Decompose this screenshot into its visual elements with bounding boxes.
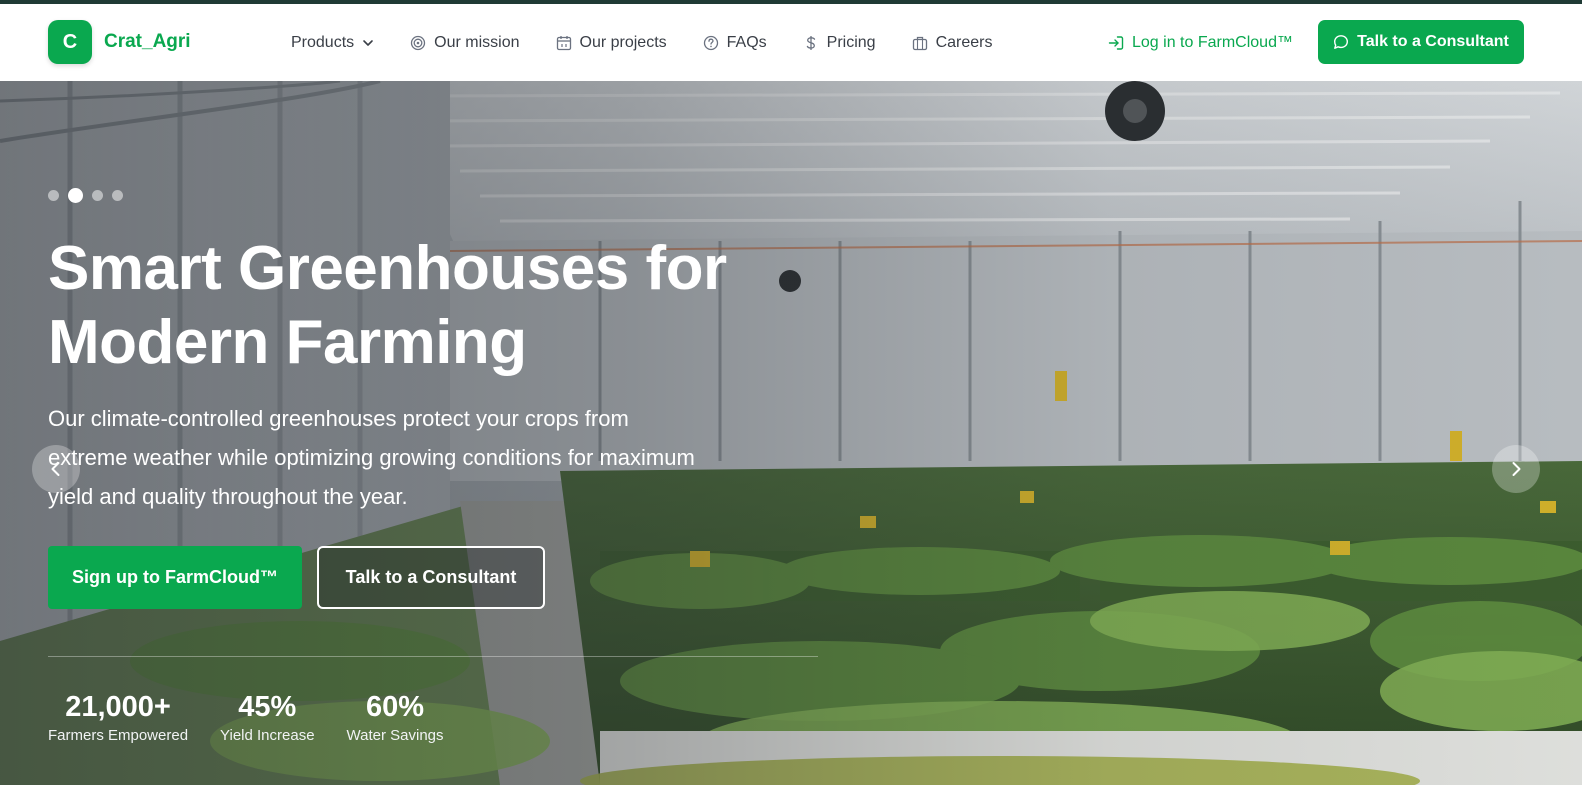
carousel-indicators <box>48 188 132 203</box>
navbar: C Crat_Agri Products Our mission Our pro… <box>0 4 1582 81</box>
hero-description: Our climate-controlled greenhouses prote… <box>48 406 695 509</box>
nav-item-label: Our projects <box>579 33 667 51</box>
hero-stats: 21,000+ Farmers Empowered 45% Yield Incr… <box>48 690 476 744</box>
brand-name: Crat_Agri <box>104 31 191 52</box>
stat-farmers: 21,000+ Farmers Empowered <box>48 690 188 744</box>
stat-value: 21,000+ <box>65 691 171 723</box>
chevron-down-icon <box>362 37 374 49</box>
nav-item-careers[interactable]: Careers <box>912 33 993 52</box>
talk-to-consultant-button[interactable]: Talk to a Consultant <box>1318 20 1524 64</box>
target-icon <box>410 35 426 51</box>
carousel-prev-button[interactable] <box>32 445 80 493</box>
stat-value: 60% <box>366 691 425 723</box>
chevron-right-icon <box>1512 462 1521 476</box>
stat-label: Water Savings <box>346 727 444 744</box>
nav-item-our-mission[interactable]: Our mission <box>410 33 520 52</box>
chat-bubble-icon <box>1333 34 1349 50</box>
briefcase-icon <box>912 35 928 51</box>
hero-title-line-1: Smart Greenhouses for <box>48 234 727 303</box>
nav-item-label: Products <box>291 33 355 51</box>
logo-badge: C <box>48 20 92 64</box>
nav-item-label: Pricing <box>826 33 876 51</box>
nav-item-our-projects[interactable]: Our projects <box>556 34 667 52</box>
stat-label: Farmers Empowered <box>48 727 189 744</box>
carousel-next-button[interactable] <box>1492 445 1540 493</box>
carousel-dot-1[interactable] <box>48 190 59 201</box>
carousel-dot-2[interactable] <box>68 188 83 203</box>
hero-title-line-2: Modern Farming <box>48 308 527 377</box>
signup-farmcloud-button[interactable]: Sign up to FarmCloud™ <box>48 546 302 609</box>
login-label: Log in to FarmCloud™ <box>1132 33 1293 51</box>
nav-item-label: Our mission <box>434 33 520 51</box>
hero-divider <box>48 656 818 657</box>
stat-label: Yield Increase <box>220 727 315 744</box>
hero-carousel: Smart Greenhouses for Modern Farming Our… <box>0 81 1582 785</box>
stat-value: 45% <box>238 691 297 723</box>
hero-talk-to-consultant-button[interactable]: Talk to a Consultant <box>317 546 545 609</box>
stat-yield: 45% Yield Increase <box>220 690 315 744</box>
nav-item-products[interactable]: Products <box>291 34 374 52</box>
login-link[interactable]: Log in to FarmCloud™ <box>1108 4 1293 81</box>
dollar-icon <box>803 35 819 51</box>
hero-title: Smart Greenhouses for Modern Farming <box>48 232 768 380</box>
calendar-icon <box>556 35 572 51</box>
consult-label: Talk to a Consultant <box>1357 33 1509 50</box>
nav-item-faqs[interactable]: FAQs <box>703 34 767 52</box>
question-circle-icon <box>703 35 719 51</box>
nav-item-label: FAQs <box>726 33 767 51</box>
login-icon <box>1108 35 1124 51</box>
main-nav: Products Our mission Our projects FAQs P… <box>291 4 1028 81</box>
brand-logo[interactable]: C Crat_Agri <box>48 20 191 64</box>
carousel-dot-3[interactable] <box>92 190 103 201</box>
chevron-left-icon <box>51 462 60 476</box>
stat-water: 60% Water Savings <box>347 690 444 744</box>
carousel-dot-4[interactable] <box>112 190 123 201</box>
nav-item-label: Careers <box>935 33 993 51</box>
nav-item-pricing[interactable]: Pricing <box>803 34 876 52</box>
